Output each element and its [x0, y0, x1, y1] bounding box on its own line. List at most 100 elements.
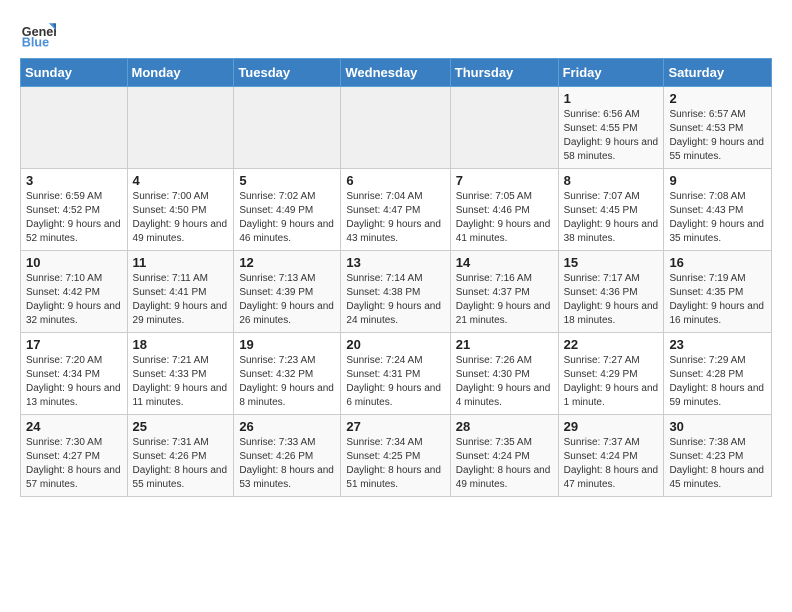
- day-content: Sunrise: 7:29 AM Sunset: 4:28 PM Dayligh…: [669, 354, 766, 410]
- day-number: 12: [239, 255, 335, 270]
- day-number: 20: [346, 337, 444, 352]
- calendar-cell: 22 Sunrise: 7:27 AM Sunset: 4:29 PM Dayli…: [558, 333, 664, 415]
- day-number: 10: [26, 255, 122, 270]
- day-number: 16: [669, 255, 766, 270]
- day-content: Sunrise: 6:59 AM Sunset: 4:52 PM Dayligh…: [26, 190, 122, 246]
- day-number: 1: [564, 91, 659, 106]
- calendar-body: 1 Sunrise: 6:56 AM Sunset: 4:55 PM Daylig…: [21, 87, 772, 497]
- calendar-header-tuesday: Tuesday: [234, 59, 341, 87]
- calendar-cell: 20 Sunrise: 7:24 AM Sunset: 4:31 PM Dayli…: [341, 333, 450, 415]
- calendar-table: SundayMondayTuesdayWednesdayThursdayFrid…: [20, 58, 772, 497]
- day-number: 17: [26, 337, 122, 352]
- calendar-cell: 26Sunrise: 7:33 AM Sunset: 4:26 PM Dayli…: [234, 415, 341, 497]
- day-number: 6: [346, 173, 444, 188]
- day-content: Sunrise: 7:04 AM Sunset: 4:47 PM Dayligh…: [346, 190, 444, 246]
- day-content: Sunrise: 7:31 AM Sunset: 4:26 PM Dayligh…: [133, 436, 229, 492]
- day-content: Sunrise: 7:19 AM Sunset: 4:35 PM Dayligh…: [669, 272, 766, 328]
- calendar-cell: 8Sunrise: 7:07 AM Sunset: 4:45 PM Daylig…: [558, 169, 664, 251]
- day-content: Sunrise: 7:23 AM Sunset: 4:32 PM Dayligh…: [239, 354, 335, 410]
- svg-text:Blue: Blue: [22, 36, 49, 50]
- calendar-cell: 13 Sunrise: 7:14 AM Sunset: 4:38 PM Dayli…: [341, 251, 450, 333]
- logo: General Blue: [20, 16, 62, 52]
- calendar-cell: 4Sunrise: 7:00 AM Sunset: 4:50 PM Daylig…: [127, 169, 234, 251]
- day-content: Sunrise: 7:05 AM Sunset: 4:46 PM Dayligh…: [456, 190, 553, 246]
- calendar-cell: 24 Sunrise: 7:30 AM Sunset: 4:27 PM Dayli…: [21, 415, 128, 497]
- day-number: 28: [456, 419, 553, 434]
- day-number: 3: [26, 173, 122, 188]
- calendar-cell: 9Sunrise: 7:08 AM Sunset: 4:43 PM Daylig…: [664, 169, 772, 251]
- calendar-cell: [127, 87, 234, 169]
- calendar-header-friday: Friday: [558, 59, 664, 87]
- day-number: 19: [239, 337, 335, 352]
- day-content: Sunrise: 6:57 AM Sunset: 4:53 PM Dayligh…: [669, 108, 766, 164]
- day-number: 15: [564, 255, 659, 270]
- calendar-cell: 25 Sunrise: 7:31 AM Sunset: 4:26 PM Dayli…: [127, 415, 234, 497]
- day-number: 7: [456, 173, 553, 188]
- calendar-week-4: 17 Sunrise: 7:20 AM Sunset: 4:34 PM Dayli…: [21, 333, 772, 415]
- day-number: 29: [564, 419, 659, 434]
- day-content: Sunrise: 7:14 AM Sunset: 4:38 PM Dayligh…: [346, 272, 444, 328]
- calendar-cell: [341, 87, 450, 169]
- calendar-cell: [234, 87, 341, 169]
- day-content: Sunrise: 7:13 AM Sunset: 4:39 PM Dayligh…: [239, 272, 335, 328]
- day-content: Sunrise: 7:30 AM Sunset: 4:27 PM Dayligh…: [26, 436, 122, 492]
- day-number: 18: [133, 337, 229, 352]
- calendar-cell: 3 Sunrise: 6:59 AM Sunset: 4:52 PM Daylig…: [21, 169, 128, 251]
- calendar-week-1: 1 Sunrise: 6:56 AM Sunset: 4:55 PM Daylig…: [21, 87, 772, 169]
- day-content: Sunrise: 7:33 AM Sunset: 4:26 PM Dayligh…: [239, 436, 335, 492]
- day-number: 25: [133, 419, 229, 434]
- day-content: Sunrise: 7:24 AM Sunset: 4:31 PM Dayligh…: [346, 354, 444, 410]
- calendar-cell: 16 Sunrise: 7:19 AM Sunset: 4:35 PM Dayli…: [664, 251, 772, 333]
- page-header: General Blue: [20, 16, 772, 52]
- day-number: 11: [133, 255, 229, 270]
- calendar-cell: 28Sunrise: 7:35 AM Sunset: 4:24 PM Dayli…: [450, 415, 558, 497]
- day-number: 21: [456, 337, 553, 352]
- day-content: Sunrise: 7:38 AM Sunset: 4:23 PM Dayligh…: [669, 436, 766, 492]
- day-number: 30: [669, 419, 766, 434]
- calendar-header-monday: Monday: [127, 59, 234, 87]
- calendar-header-row: SundayMondayTuesdayWednesdayThursdayFrid…: [21, 59, 772, 87]
- day-content: Sunrise: 7:27 AM Sunset: 4:29 PM Dayligh…: [564, 354, 659, 410]
- calendar-cell: 7 Sunrise: 7:05 AM Sunset: 4:46 PM Daylig…: [450, 169, 558, 251]
- day-number: 14: [456, 255, 553, 270]
- calendar-cell: 14 Sunrise: 7:16 AM Sunset: 4:37 PM Dayli…: [450, 251, 558, 333]
- day-content: Sunrise: 7:16 AM Sunset: 4:37 PM Dayligh…: [456, 272, 553, 328]
- day-number: 27: [346, 419, 444, 434]
- day-content: Sunrise: 7:10 AM Sunset: 4:42 PM Dayligh…: [26, 272, 122, 328]
- calendar-cell: 18Sunrise: 7:21 AM Sunset: 4:33 PM Dayli…: [127, 333, 234, 415]
- calendar-cell: 10 Sunrise: 7:10 AM Sunset: 4:42 PM Dayli…: [21, 251, 128, 333]
- day-number: 24: [26, 419, 122, 434]
- calendar-cell: [450, 87, 558, 169]
- calendar-header-wednesday: Wednesday: [341, 59, 450, 87]
- day-number: 23: [669, 337, 766, 352]
- calendar-cell: 29 Sunrise: 7:37 AM Sunset: 4:24 PM Dayli…: [558, 415, 664, 497]
- day-number: 8: [564, 173, 659, 188]
- calendar-cell: 5Sunrise: 7:02 AM Sunset: 4:49 PM Daylig…: [234, 169, 341, 251]
- day-number: 22: [564, 337, 659, 352]
- calendar-week-3: 10 Sunrise: 7:10 AM Sunset: 4:42 PM Dayli…: [21, 251, 772, 333]
- calendar-cell: 6 Sunrise: 7:04 AM Sunset: 4:47 PM Daylig…: [341, 169, 450, 251]
- day-number: 4: [133, 173, 229, 188]
- calendar-cell: 12 Sunrise: 7:13 AM Sunset: 4:39 PM Dayli…: [234, 251, 341, 333]
- day-number: 2: [669, 91, 766, 106]
- calendar-header-sunday: Sunday: [21, 59, 128, 87]
- calendar-cell: 1 Sunrise: 6:56 AM Sunset: 4:55 PM Daylig…: [558, 87, 664, 169]
- day-number: 5: [239, 173, 335, 188]
- day-content: Sunrise: 7:34 AM Sunset: 4:25 PM Dayligh…: [346, 436, 444, 492]
- calendar-cell: 2 Sunrise: 6:57 AM Sunset: 4:53 PM Daylig…: [664, 87, 772, 169]
- calendar-cell: 19 Sunrise: 7:23 AM Sunset: 4:32 PM Dayli…: [234, 333, 341, 415]
- calendar-cell: 30 Sunrise: 7:38 AM Sunset: 4:23 PM Dayli…: [664, 415, 772, 497]
- calendar-week-5: 24 Sunrise: 7:30 AM Sunset: 4:27 PM Dayli…: [21, 415, 772, 497]
- day-content: Sunrise: 7:37 AM Sunset: 4:24 PM Dayligh…: [564, 436, 659, 492]
- day-content: Sunrise: 7:08 AM Sunset: 4:43 PM Dayligh…: [669, 190, 766, 246]
- day-content: Sunrise: 7:26 AM Sunset: 4:30 PM Dayligh…: [456, 354, 553, 410]
- calendar-cell: 23 Sunrise: 7:29 AM Sunset: 4:28 PM Dayli…: [664, 333, 772, 415]
- day-content: Sunrise: 7:17 AM Sunset: 4:36 PM Dayligh…: [564, 272, 659, 328]
- day-number: 13: [346, 255, 444, 270]
- logo-icon: General Blue: [20, 16, 56, 52]
- day-content: Sunrise: 7:20 AM Sunset: 4:34 PM Dayligh…: [26, 354, 122, 410]
- calendar-cell: 17 Sunrise: 7:20 AM Sunset: 4:34 PM Dayli…: [21, 333, 128, 415]
- day-content: Sunrise: 6:56 AM Sunset: 4:55 PM Dayligh…: [564, 108, 659, 164]
- calendar-header-thursday: Thursday: [450, 59, 558, 87]
- calendar-cell: 27 Sunrise: 7:34 AM Sunset: 4:25 PM Dayli…: [341, 415, 450, 497]
